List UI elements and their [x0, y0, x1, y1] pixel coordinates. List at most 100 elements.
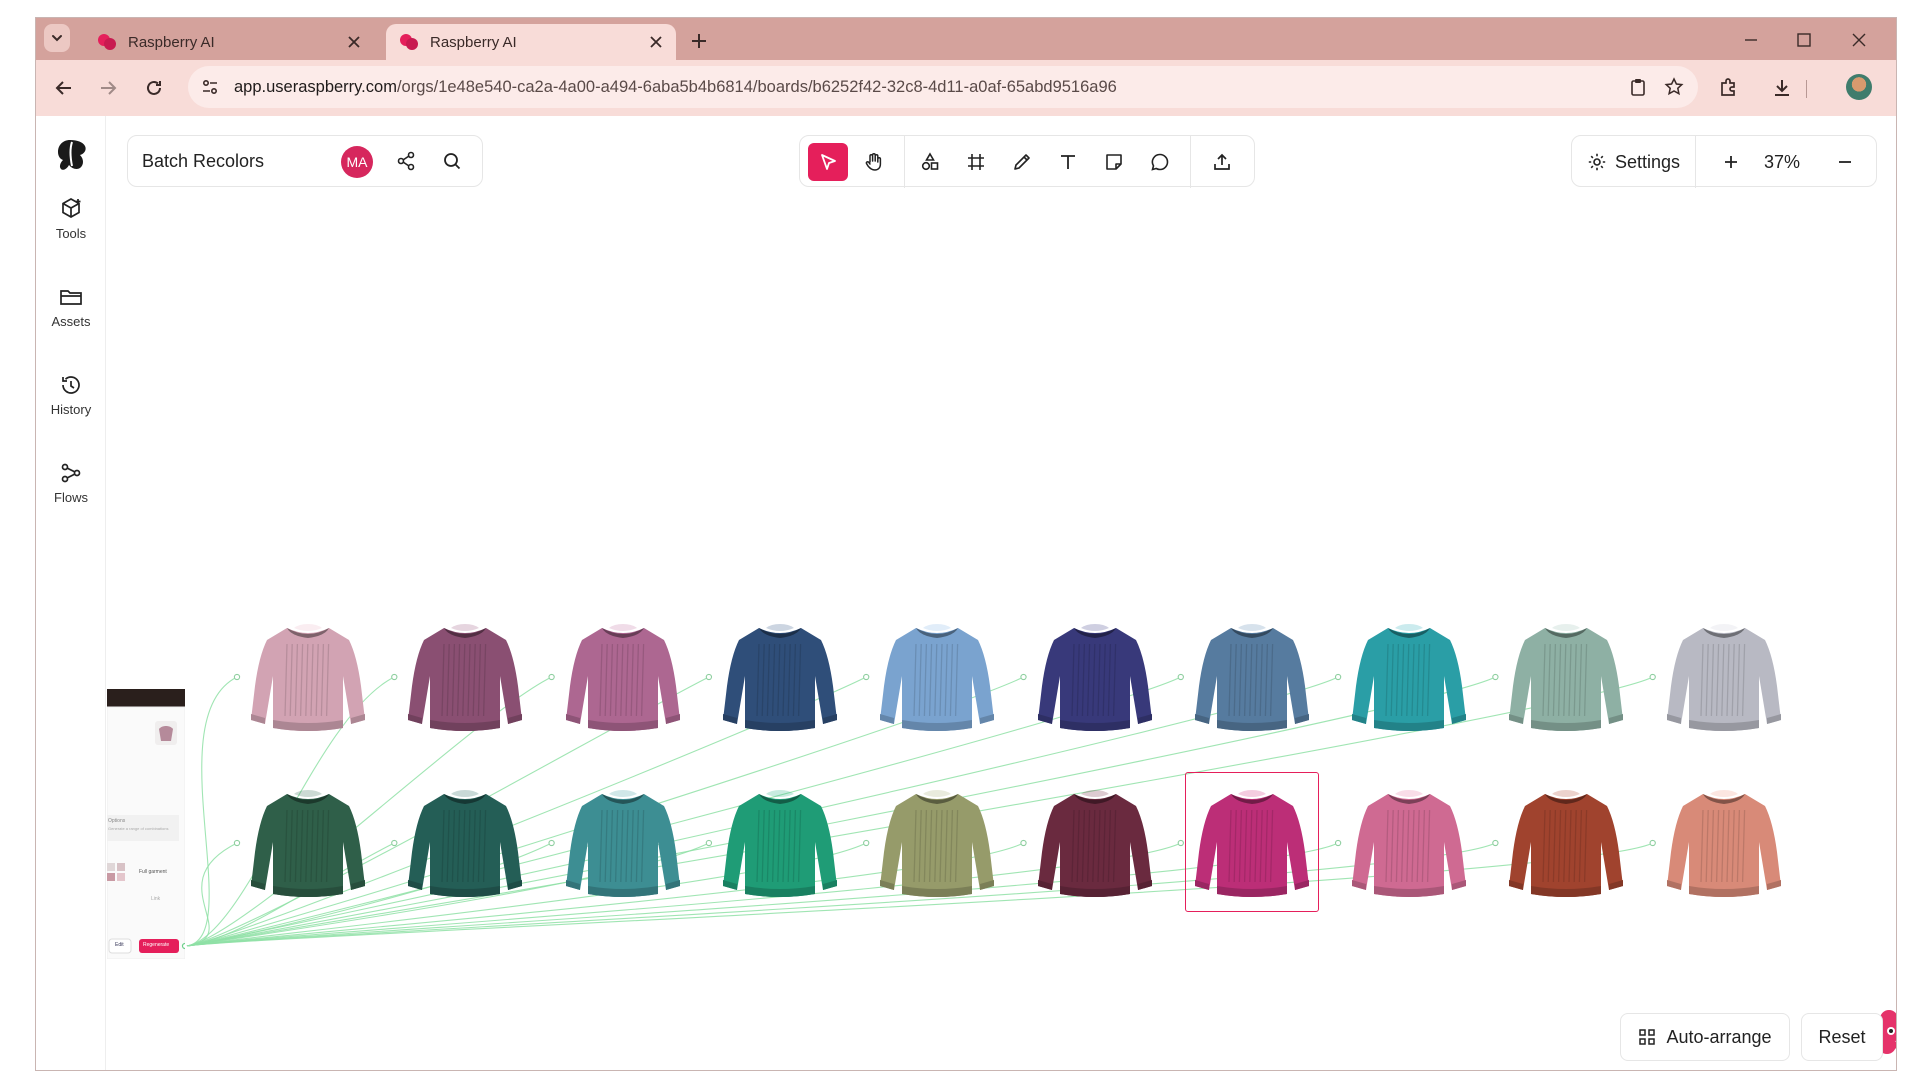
connector-port[interactable] — [1649, 839, 1656, 847]
text-tool-button[interactable] — [1048, 143, 1088, 181]
reload-icon[interactable] — [142, 76, 166, 100]
search-icon[interactable] — [441, 150, 463, 172]
connector-port[interactable] — [1492, 839, 1499, 847]
site-info-icon[interactable] — [200, 77, 220, 97]
grid-icon — [1639, 1029, 1656, 1045]
sweater-image-row1-5[interactable] — [876, 616, 998, 738]
frame-tool-button[interactable] — [956, 143, 996, 181]
bookmark-star-icon[interactable] — [1664, 77, 1684, 97]
export-button[interactable] — [1202, 143, 1242, 181]
reset-label: Reset — [1818, 1026, 1866, 1047]
sweater-graphic — [1037, 624, 1152, 731]
sweater-image-row1-2[interactable] — [404, 616, 526, 738]
sweater-graphic — [1352, 790, 1467, 897]
sidebar-item-tools[interactable]: Tools — [36, 188, 106, 258]
board-canvas[interactable]: Options Generate a range of combinations… — [107, 206, 1896, 1070]
connector-port[interactable] — [391, 839, 398, 847]
sweater-image-row1-10[interactable] — [1663, 616, 1785, 738]
connector-lines — [186, 673, 1656, 947]
reset-button[interactable]: Reset — [1801, 1013, 1883, 1061]
download-icon[interactable] — [1770, 76, 1794, 100]
clipboard-icon[interactable] — [1628, 77, 1648, 97]
connector-port[interactable] — [1492, 673, 1499, 681]
raspberry-logo-icon[interactable] — [52, 134, 92, 174]
comment-tool-button[interactable] — [1140, 143, 1180, 181]
window-close-icon[interactable] — [1849, 30, 1869, 50]
connector-port[interactable] — [391, 673, 398, 681]
tab-search-button[interactable] — [44, 24, 70, 52]
auto-arrange-button[interactable]: Auto-arrange — [1620, 1013, 1790, 1061]
select-tool-button[interactable] — [808, 143, 848, 181]
sweater-image-row2-5[interactable] — [876, 782, 998, 904]
settings-button[interactable]: Settings — [1572, 136, 1696, 188]
connector-port[interactable] — [1020, 673, 1027, 681]
sweater-image-row2-1[interactable] — [247, 782, 369, 904]
sweater-image-row1-7[interactable] — [1191, 616, 1313, 738]
sweater-image-row1-1[interactable] — [247, 616, 369, 738]
sweater-image-row2-3[interactable] — [562, 782, 684, 904]
sidebar-item-flows[interactable]: Flows — [36, 452, 106, 522]
comment-icon — [1151, 153, 1169, 171]
sticky-note-tool-button[interactable] — [1094, 143, 1134, 181]
connector-port[interactable] — [1020, 839, 1027, 847]
sweater-graphic — [408, 790, 523, 897]
sweater-graphic — [1509, 624, 1624, 731]
minimize-icon[interactable] — [1741, 30, 1761, 50]
sidebar: Tools Assets History Flows — [36, 116, 106, 1070]
recolor-node-card[interactable]: Options Generate a range of combinations… — [107, 689, 189, 960]
sweater-image-row1-6[interactable] — [1034, 616, 1156, 738]
connector-port[interactable] — [1334, 839, 1342, 847]
maximize-icon[interactable] — [1794, 30, 1814, 50]
new-tab-icon[interactable] — [688, 30, 710, 52]
connector-port[interactable] — [233, 673, 241, 681]
sweater-image-row1-9[interactable] — [1505, 616, 1627, 738]
sweater-image-row2-9[interactable] — [1505, 782, 1627, 904]
avatar[interactable]: MA — [341, 146, 373, 178]
board-title[interactable]: Batch Recolors — [142, 151, 264, 172]
raspberry-logo-icon — [400, 34, 418, 50]
node-options-sub: Generate a range of combinations — [108, 826, 169, 831]
node-edit-button[interactable]: Edit — [115, 942, 124, 948]
sweater-image-row2-8[interactable] — [1348, 782, 1470, 904]
connector-port[interactable] — [705, 673, 713, 681]
node-link-label[interactable]: Link — [151, 896, 160, 902]
node-regenerate-button[interactable]: Regenerate — [143, 942, 169, 948]
connector-port[interactable] — [1334, 673, 1342, 681]
hand-tool-button[interactable] — [854, 143, 894, 181]
tab-raspberry-2[interactable]: Raspberry AI — [386, 24, 676, 60]
zoom-level[interactable]: 37% — [1764, 152, 1800, 173]
more-vertical-icon[interactable] — [1888, 76, 1897, 100]
shapes-tool-button[interactable] — [910, 143, 950, 181]
zoom-out-icon[interactable] — [1834, 151, 1856, 173]
connector-port[interactable] — [233, 839, 241, 847]
extensions-icon[interactable] — [1716, 76, 1740, 100]
connector-port[interactable] — [863, 839, 870, 847]
connector-port[interactable] — [863, 673, 870, 681]
url-field[interactable]: app.useraspberry.com/orgs/1e48e540-ca2a-… — [188, 66, 1698, 108]
sweater-image-row1-8[interactable] — [1348, 616, 1470, 738]
connector-port[interactable] — [1649, 673, 1656, 681]
tab-raspberry-1[interactable]: Raspberry AI — [84, 24, 374, 60]
back-icon[interactable] — [52, 76, 76, 100]
close-icon[interactable] — [648, 34, 664, 50]
sidebar-item-history[interactable]: History — [36, 364, 106, 434]
zoom-controls: Settings 37% — [1571, 135, 1877, 188]
sidebar-item-assets[interactable]: Assets — [36, 276, 106, 346]
sweater-image-row2-4[interactable] — [719, 782, 841, 904]
close-icon[interactable] — [346, 34, 362, 50]
sweater-image-row1-4[interactable] — [719, 616, 841, 738]
connector-port[interactable] — [1177, 839, 1184, 847]
profile-avatar[interactable] — [1846, 74, 1872, 100]
sweater-image-row2-6[interactable] — [1034, 782, 1156, 904]
connector-port[interactable] — [1177, 673, 1184, 681]
sweater-image-row2-2[interactable] — [404, 782, 526, 904]
connector-port[interactable] — [548, 839, 555, 847]
connector-port[interactable] — [548, 673, 555, 681]
forward-icon[interactable] — [96, 76, 120, 100]
sweater-image-row2-10[interactable] — [1663, 782, 1785, 904]
sweater-image-row1-3[interactable] — [562, 616, 684, 738]
connector-port[interactable] — [705, 839, 713, 847]
pencil-tool-button[interactable] — [1002, 143, 1042, 181]
zoom-in-icon[interactable] — [1720, 151, 1742, 173]
share-icon[interactable] — [395, 150, 417, 172]
